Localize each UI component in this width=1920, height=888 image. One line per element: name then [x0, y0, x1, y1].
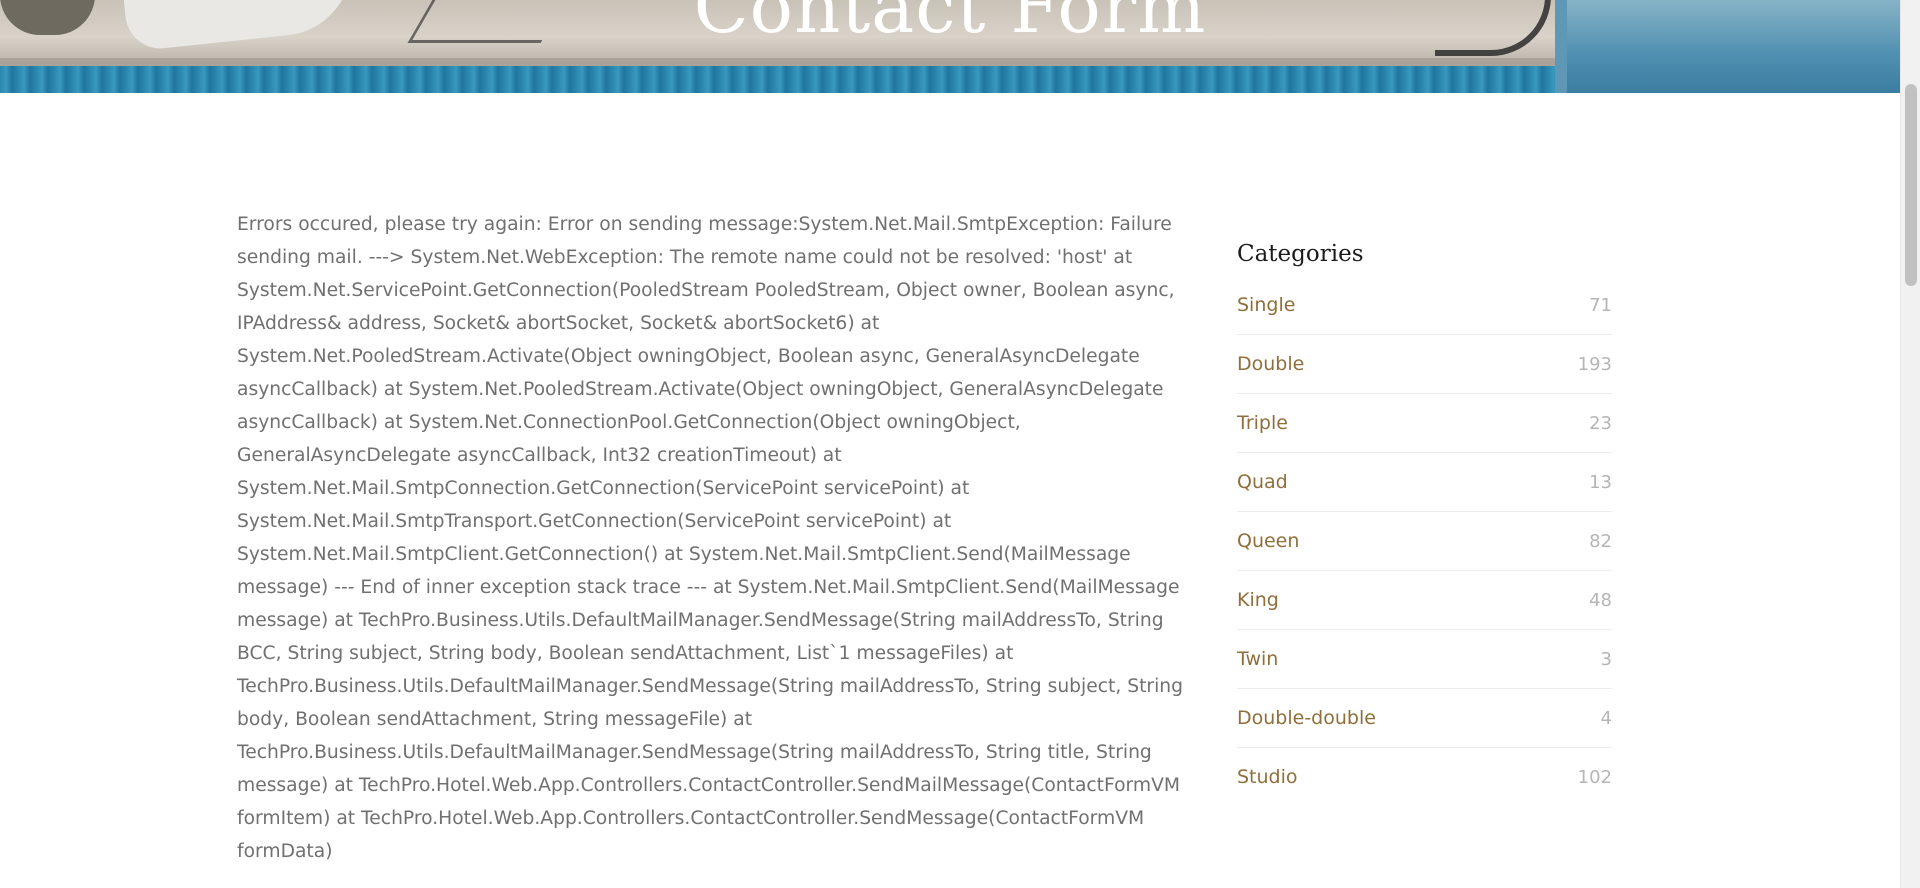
category-item-double-double[interactable]: Double-double 4	[1237, 689, 1612, 748]
category-link[interactable]: Single	[1237, 294, 1295, 316]
pool-edge	[0, 58, 1555, 66]
category-count: 193	[1577, 353, 1612, 375]
category-link[interactable]: Queen	[1237, 530, 1299, 552]
categories-sidebar: Categories Single 71 Double 193 Triple 2…	[1237, 238, 1612, 806]
hero-banner: Contact Form	[0, 0, 1900, 93]
category-link[interactable]: Twin	[1237, 648, 1278, 670]
category-link[interactable]: Double	[1237, 353, 1304, 375]
page: Contact Form Errors occured, please try …	[0, 0, 1900, 888]
category-item-quad[interactable]: Quad 13	[1237, 453, 1612, 512]
category-count: 82	[1589, 530, 1612, 552]
category-link[interactable]: Triple	[1237, 412, 1288, 434]
category-item-queen[interactable]: Queen 82	[1237, 512, 1612, 571]
category-link[interactable]: Studio	[1237, 766, 1298, 788]
category-count: 23	[1589, 412, 1612, 434]
error-message: Errors occured, please try again: Error …	[237, 214, 1183, 862]
category-count: 71	[1589, 294, 1612, 316]
category-item-king[interactable]: King 48	[1237, 571, 1612, 630]
category-count: 4	[1600, 707, 1612, 729]
page-title: Contact Form	[693, 0, 1207, 49]
category-item-studio[interactable]: Studio 102	[1237, 748, 1612, 806]
category-item-single[interactable]: Single 71	[1237, 276, 1612, 335]
page-scrollbar[interactable]	[1900, 0, 1920, 888]
pool-water	[0, 66, 1555, 93]
category-link[interactable]: Double-double	[1237, 707, 1376, 729]
category-count: 13	[1589, 471, 1612, 493]
category-item-triple[interactable]: Triple 23	[1237, 394, 1612, 453]
category-item-double[interactable]: Double 193	[1237, 335, 1612, 394]
category-count: 3	[1600, 648, 1612, 670]
scrollbar-thumb[interactable]	[1905, 84, 1917, 286]
category-link[interactable]: Quad	[1237, 471, 1288, 493]
categories-list: Single 71 Double 193 Triple 23 Quad 13 Q…	[1237, 276, 1612, 806]
category-count: 102	[1577, 766, 1612, 788]
categories-title: Categories	[1237, 241, 1364, 267]
category-item-twin[interactable]: Twin 3	[1237, 630, 1612, 689]
category-link[interactable]: King	[1237, 589, 1279, 611]
category-count: 48	[1589, 589, 1612, 611]
